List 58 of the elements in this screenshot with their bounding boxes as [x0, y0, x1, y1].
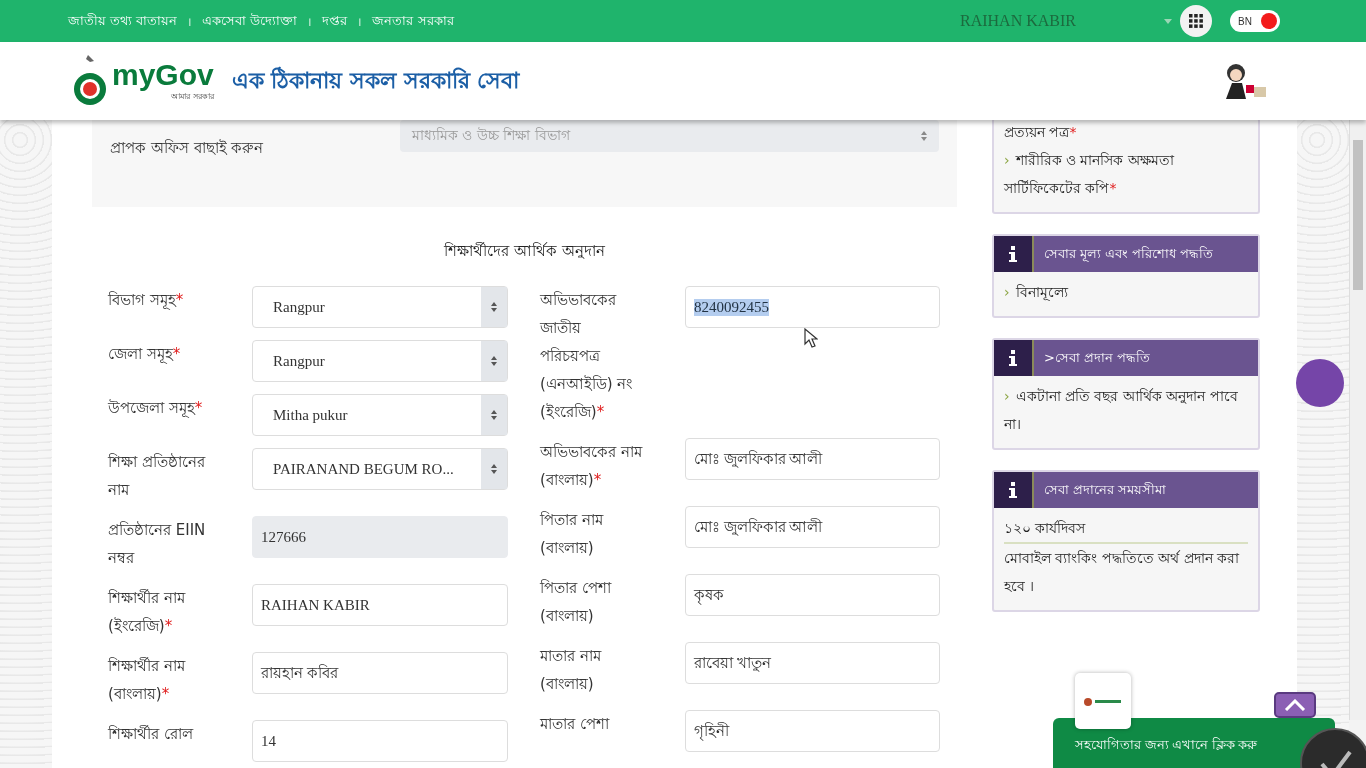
updown-arrows-icon — [490, 464, 497, 474]
chevron-up-icon — [1284, 699, 1306, 711]
nav-separator: । — [307, 13, 313, 30]
field-label: জেলা সমূহ* — [107, 344, 182, 366]
card-text: প্রত্যয়ন পত্র* — [1003, 123, 1078, 142]
card-text: ১২০ কার্যদিবস — [1003, 519, 1087, 538]
mygov-logo-icon — [1083, 695, 1123, 707]
field-label: উপজেলা সমূহ* — [107, 398, 204, 420]
apps-grid-icon[interactable] — [1180, 5, 1212, 37]
tagline: এক ঠিকানায় সকল সরকারি সেবা — [231, 65, 520, 95]
input-field[interactable]: 8240092455 — [684, 286, 940, 328]
card-title: সেবা প্রদানের সময়সীমা — [1042, 480, 1168, 499]
input-field[interactable]: 14 — [251, 720, 508, 762]
input-field[interactable]: রায়হান কবির — [251, 652, 508, 694]
input-field[interactable]: কৃষক — [684, 574, 940, 616]
updown-arrows-icon — [490, 302, 497, 312]
field-label: শিক্ষা প্রতিষ্ঠানের নাম — [107, 452, 207, 501]
mouse-pointer-icon — [803, 328, 818, 348]
readonly-field: 127666 — [251, 516, 508, 558]
card-text: মোবাইল ব্যাংকিং পদ্ধতিতে অর্থ প্রদান করা হবে । — [1003, 542, 1248, 600]
select-field[interactable]: PAIRANAND BEGUM RO... — [251, 448, 508, 490]
field-label: প্রাপক অফিস বাছাই করুন — [109, 138, 265, 159]
nav-separator: । — [187, 13, 193, 30]
field-label: মাতার নাম (বাংলায়) — [539, 646, 603, 695]
logo-subtext: আমার সরকার — [171, 91, 214, 103]
field-label: প্রতিষ্ঠানের EIIN নম্বর — [107, 520, 207, 569]
field-label: অভিভাবকের নাম (বাংলায়)* — [539, 442, 644, 491]
logo-text: myGov — [112, 59, 214, 90]
updown-arrows-icon — [490, 356, 497, 366]
field-label: বিভাগ সমূহ* — [107, 290, 185, 312]
input-field[interactable]: গৃহিনী — [684, 710, 940, 752]
scrollbar[interactable] — [1349, 120, 1366, 720]
field-label: পিতার নাম (বাংলায়) — [539, 510, 605, 559]
field-label: শিক্ষার্থীর রোল — [107, 724, 195, 745]
app-logo-tile[interactable] — [1075, 673, 1131, 729]
updown-arrows-icon — [490, 410, 497, 420]
updown-arrows-icon — [920, 131, 927, 141]
select-field[interactable]: Rangpur — [251, 340, 508, 382]
card-title: >সেবা প্রদান পদ্ধতি — [1042, 348, 1152, 367]
form-title: শিক্ষার্থীদের আর্থিক অনুদান — [443, 241, 606, 262]
field-label: শিক্ষার্থীর নাম (বাংলায়)* — [107, 656, 187, 705]
field-label: শিক্ষার্থীর নাম (ইংরেজি)* — [107, 588, 187, 637]
field-label: মাতার পেশা — [539, 714, 611, 735]
field-label: অভিভাবকের জাতীয় পরিচয়পত্র (এনআইডি) নং (ইংরেজি)* — [539, 290, 634, 423]
language-toggle[interactable]: BN — [1230, 10, 1280, 32]
field-label: পিতার পেশা (বাংলায়) — [539, 578, 613, 627]
scroll-to-top-button[interactable] — [1274, 692, 1316, 718]
input-field[interactable]: মোঃ জুলফিকার আলী — [684, 438, 940, 480]
card-text: › শারীরিক ও মানসিক অক্ষমতা সার্টিফিকেটের কপি* — [1003, 151, 1176, 198]
card-text: › বিনামূল্যে — [1003, 283, 1070, 303]
select-field[interactable]: Rangpur — [251, 286, 508, 328]
input-field[interactable]: RAIHAN KABIR — [251, 584, 508, 626]
input-field[interactable]: মোঃ জুলফিকার আলী — [684, 506, 940, 548]
card-title: সেবার মূল্য এবং পরিশোধ পদ্ধতি — [1042, 244, 1215, 264]
select-field[interactable]: Mitha pukur — [251, 394, 508, 436]
nav-separator: । — [357, 13, 363, 30]
card-text: › একটানা প্রতি বছর আর্থিক অনুদান পাবে না। — [1003, 387, 1239, 434]
input-field[interactable]: রাবেয়া খাতুন — [684, 642, 940, 684]
